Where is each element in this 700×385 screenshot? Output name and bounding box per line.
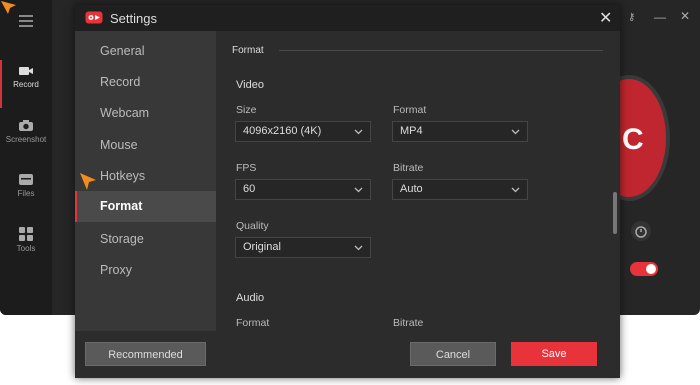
size-value: 4096x2160 (4K): [243, 125, 322, 137]
chevron-down-icon: [354, 187, 363, 193]
sidebar-label-record: Record: [13, 80, 39, 89]
audio-format-label: Format: [236, 317, 270, 329]
nav-item-record[interactable]: Record: [75, 67, 216, 98]
nav-item-format[interactable]: Format: [75, 191, 216, 222]
settings-dialog: Settings ✕ General Record Webcam Mouse H…: [75, 5, 620, 378]
fps-value: 60: [243, 183, 256, 195]
format-label: Format: [393, 104, 427, 116]
bitrate-value: Auto: [400, 183, 423, 195]
chevron-down-icon: [511, 129, 520, 135]
recommended-button[interactable]: Recommended: [85, 342, 206, 366]
format-settings-panel: Format Video Size 4096x2160 (4K) Format …: [216, 31, 620, 331]
sidebar-item-files[interactable]: Files: [0, 166, 52, 220]
toggle-switch[interactable]: [627, 258, 663, 280]
timer-icon[interactable]: [630, 220, 652, 242]
sidebar-item-record[interactable]: Record: [0, 58, 52, 112]
format-value: MP4: [400, 125, 423, 137]
nav-item-mouse[interactable]: Mouse: [75, 130, 216, 161]
cancel-button[interactable]: Cancel: [410, 342, 496, 366]
minimize-icon[interactable]: —: [654, 10, 666, 24]
close-app-icon[interactable]: ✕: [680, 9, 690, 23]
save-button[interactable]: Save: [511, 342, 597, 366]
chevron-down-icon: [511, 187, 520, 193]
record-button-letter: C: [622, 123, 644, 156]
close-icon[interactable]: ✕: [599, 8, 612, 28]
dialog-titlebar: Settings ✕: [75, 5, 620, 31]
camera-icon: [19, 120, 33, 131]
dialog-title: Settings: [110, 11, 157, 26]
tools-grid-icon: [19, 227, 33, 241]
size-label: Size: [236, 104, 257, 116]
sidebar-item-tools[interactable]: Tools: [0, 220, 52, 274]
nav-item-webcam[interactable]: Webcam: [75, 98, 216, 129]
bitrate-select[interactable]: Auto: [392, 179, 528, 200]
chevron-down-icon: [354, 129, 363, 135]
app-sidebar: Record Screenshot Files Tools: [0, 0, 52, 315]
dialog-footer: Recommended Cancel Save: [75, 331, 620, 378]
camcorder-icon: [19, 67, 33, 75]
scrollbar-thumb[interactable]: [613, 192, 617, 234]
folder-icon: [19, 174, 33, 185]
nav-item-proxy[interactable]: Proxy: [75, 255, 216, 286]
quality-value: Original: [243, 241, 281, 253]
quality-select[interactable]: Original: [235, 237, 371, 258]
pointer-arrow-icon: [80, 173, 96, 190]
audio-bitrate-label: Bitrate: [393, 317, 424, 329]
pointer-arrow-icon: [1, 1, 16, 14]
audio-heading: Audio: [236, 292, 265, 304]
menu-icon[interactable]: [19, 15, 33, 27]
format-select[interactable]: MP4: [392, 121, 528, 142]
nav-item-general[interactable]: General: [75, 36, 216, 67]
sidebar-label-screenshot: Screenshot: [5, 135, 47, 144]
sidebar-item-screenshot[interactable]: Screenshot: [0, 112, 52, 166]
fps-select[interactable]: 60: [235, 179, 371, 200]
section-title: Format: [232, 45, 264, 56]
nav-item-storage[interactable]: Storage: [75, 224, 216, 255]
size-select[interactable]: 4096x2160 (4K): [235, 121, 371, 142]
sidebar-label-tools: Tools: [16, 244, 36, 253]
fps-label: FPS: [236, 162, 257, 174]
video-heading: Video: [236, 79, 264, 91]
key-icon[interactable]: ⚷: [628, 12, 635, 23]
quality-label: Quality: [236, 220, 269, 232]
sidebar-label-files: Files: [17, 189, 35, 198]
section-divider: [279, 50, 603, 51]
app-logo-icon: [85, 11, 103, 24]
bitrate-label: Bitrate: [393, 162, 424, 174]
chevron-down-icon: [354, 245, 363, 251]
